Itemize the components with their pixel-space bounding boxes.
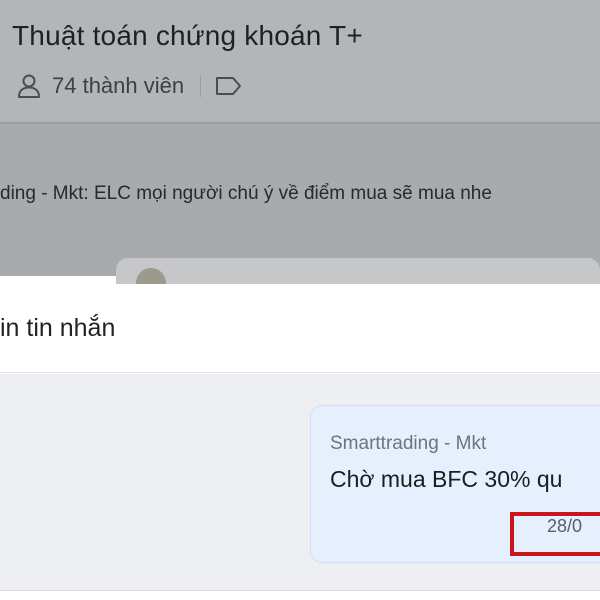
group-title[interactable]: Thuật toán chứng khoán T+ bbox=[12, 20, 363, 52]
group-meta: 74 thành viên bbox=[16, 68, 243, 104]
message-sender: Smarttrading - Mkt bbox=[330, 433, 487, 454]
meta-divider bbox=[200, 75, 202, 97]
tag-icon[interactable] bbox=[215, 75, 243, 97]
dialog-divider bbox=[0, 372, 600, 373]
person-icon[interactable] bbox=[16, 73, 42, 99]
highlight-annotation bbox=[510, 512, 600, 556]
dialog-title: in tin nhắn bbox=[0, 314, 116, 342]
message-text: Chờ mua BFC 30% qu bbox=[330, 466, 563, 492]
pinned-message-text[interactable]: ding - Mkt: ELC mọi người chú ý về điểm … bbox=[0, 183, 492, 205]
member-count[interactable]: 74 thành viên bbox=[52, 73, 184, 99]
dialog-bottom-divider bbox=[0, 590, 600, 591]
